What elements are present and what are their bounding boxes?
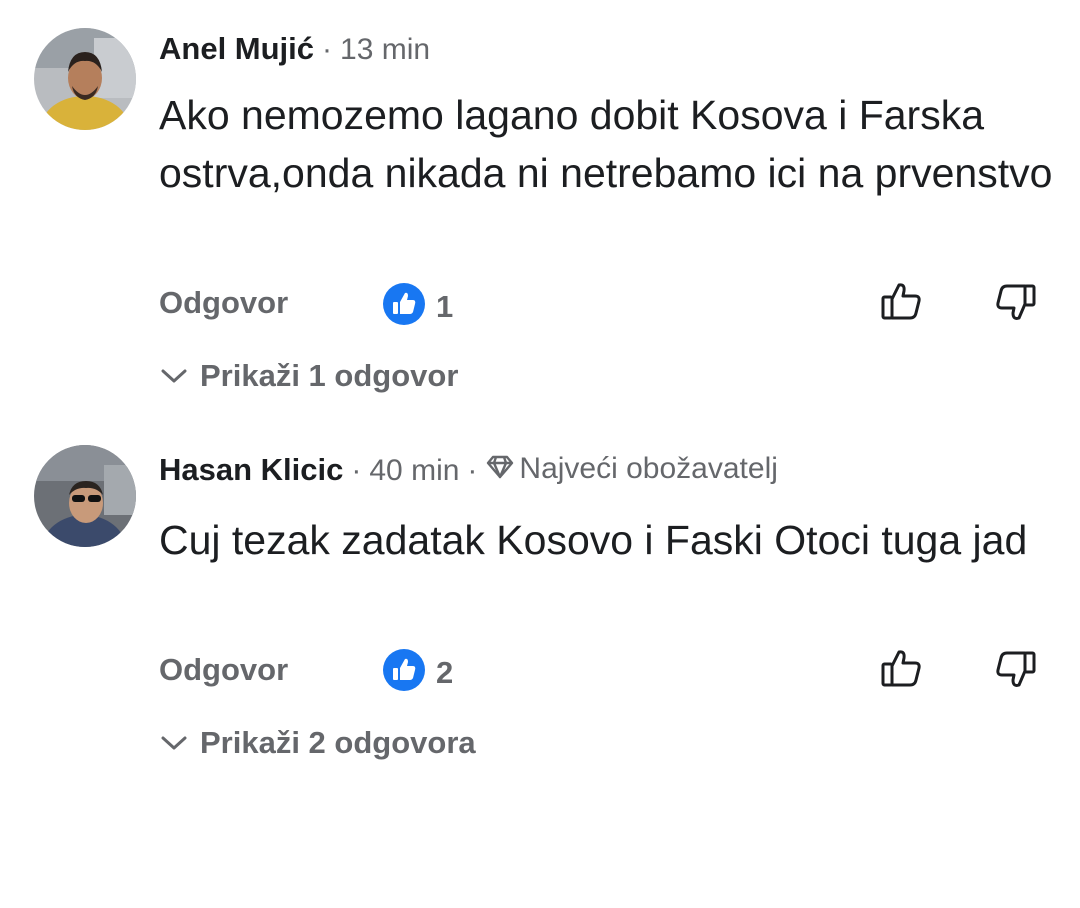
avatar[interactable]: [34, 28, 136, 130]
avatar[interactable]: [34, 445, 136, 547]
reaction-count: 1: [436, 288, 454, 324]
top-fan-badge: Najveći obožavatelj: [485, 450, 778, 488]
chevron-down-icon: [160, 724, 200, 762]
reaction-summary[interactable]: 2: [382, 648, 453, 697]
comment-header: Anel Mujić · 13 min: [159, 29, 430, 69]
comment-text: Ako nemozemo lagano dobit Kosova i Farsk…: [159, 92, 1053, 196]
show-replies-label: Prikaži 2 odgovora: [200, 725, 476, 760]
timestamp: 13 min: [340, 33, 431, 66]
thumbs-down-button[interactable]: [993, 649, 1039, 695]
badge-label: Najveći obožavatelj: [519, 452, 778, 485]
thumbs-up-button[interactable]: [878, 280, 924, 326]
comment-header: Hasan Klicic · 40 min · Najveći obožavatelj: [159, 450, 778, 490]
thumbs-up-button[interactable]: [878, 647, 924, 693]
diamond-icon: [485, 450, 519, 488]
author-name[interactable]: Hasan Klicic: [159, 452, 343, 487]
thumbs-down-button[interactable]: [993, 282, 1039, 328]
reply-button[interactable]: Odgovor: [159, 284, 288, 322]
author-name[interactable]: Anel Mujić: [159, 31, 314, 66]
separator-dot: ·: [322, 33, 333, 66]
reaction-count: 2: [436, 654, 454, 690]
like-reaction-icon: [382, 282, 426, 331]
thumbs-up-icon: [879, 279, 923, 328]
timestamp: 40 min: [369, 454, 460, 487]
separator-dot: ·: [351, 454, 362, 487]
thumbs-down-icon: [994, 648, 1038, 697]
reaction-summary[interactable]: 1: [382, 282, 453, 331]
show-replies-button[interactable]: Prikaži 1 odgovor: [160, 357, 458, 395]
like-reaction-icon: [382, 648, 426, 697]
separator-dot: ·: [467, 454, 478, 487]
show-replies-button[interactable]: Prikaži 2 odgovora: [160, 724, 476, 762]
chevron-down-icon: [160, 357, 200, 395]
comment-text: Cuj tezak zadatak Kosovo i Faski Otoci t…: [159, 517, 1028, 563]
reply-button[interactable]: Odgovor: [159, 651, 288, 689]
thumbs-up-icon: [879, 646, 923, 695]
show-replies-label: Prikaži 1 odgovor: [200, 358, 459, 393]
thumbs-down-icon: [994, 281, 1038, 330]
